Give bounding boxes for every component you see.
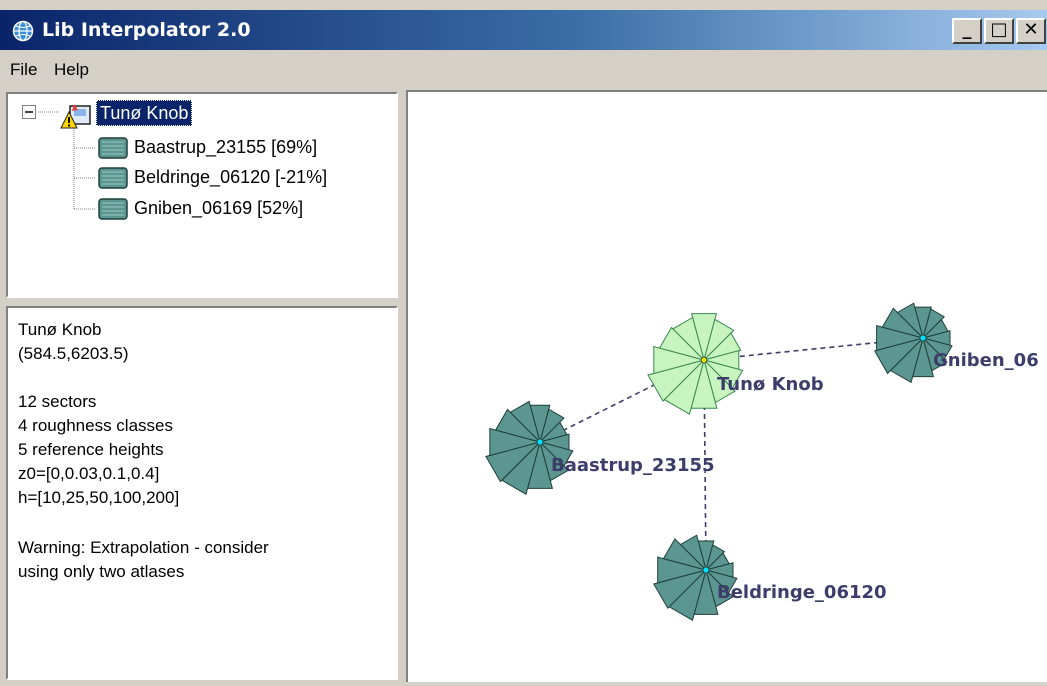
site-label-baastrup: Baastrup_23155 [551, 455, 715, 476]
wind-rose-tunoe-knob[interactable] [647, 313, 744, 415]
tree-item-beldringe[interactable]: Beldringe_06120 [-21%] [134, 167, 327, 188]
tree-root-item[interactable]: Tunø Knob [96, 100, 193, 126]
tree-root-label: Tunø Knob [100, 103, 189, 123]
info-sectors: 12 sectors [18, 392, 97, 411]
app-window: Lib Interpolator 2.0 _ □ ✕ File Help Tun… [0, 0, 1047, 686]
app-globe-icon [12, 20, 34, 42]
info-roughness: 4 roughness classes [18, 416, 173, 435]
menu-help[interactable]: Help [54, 60, 89, 80]
tree-item-gniben[interactable]: Gniben_06169 [52%] [134, 198, 303, 219]
site-info-panel: Tunø Knob (584.5,6203.5) 12 sectors 4 ro… [6, 306, 398, 680]
menu-bar: File Help [0, 52, 1047, 88]
info-site-name: Tunø Knob [18, 320, 102, 339]
map-view[interactable]: Tunø Knob Baastrup_23155 Beldringe_06120… [406, 90, 1047, 682]
info-coordinates: (584.5,6203.5) [18, 344, 129, 363]
wind-rose-beldringe[interactable] [653, 534, 738, 621]
site-marker [700, 356, 708, 364]
site-marker [536, 438, 544, 446]
site-label-beldringe: Beldringe_06120 [717, 582, 887, 603]
info-warning-line-2: using only two atlases [18, 562, 185, 581]
site-marker [702, 566, 710, 574]
close-button[interactable]: ✕ [1016, 18, 1046, 44]
atlas-tree[interactable]: Tunø Knob Baastrup_23155 [69%] Beldringe… [6, 92, 398, 298]
collapse-toggle-icon[interactable] [22, 105, 36, 119]
window-title: Lib Interpolator 2.0 [42, 19, 251, 41]
site-label-gniben: Gniben_06 [933, 350, 1039, 371]
atlas-icon [98, 137, 128, 159]
site-warning-icon [60, 104, 91, 129]
info-h: h=[10,25,50,100,200] [18, 488, 180, 507]
wind-rose-baastrup[interactable] [485, 400, 574, 495]
info-z0: z0=[0,0.03,0.1,0.4] [18, 464, 160, 483]
title-bar[interactable]: Lib Interpolator 2.0 _ □ ✕ [0, 10, 1047, 50]
minimize-button[interactable]: _ [952, 18, 982, 44]
info-warning-line-1: Warning: Extrapolation - consider [18, 538, 269, 557]
map-canvas[interactable]: Tunø Knob Baastrup_23155 Beldringe_06120… [408, 92, 1047, 684]
site-label-tunoe-knob: Tunø Knob [717, 374, 824, 395]
atlas-icon [98, 167, 128, 189]
tree-item-baastrup[interactable]: Baastrup_23155 [69%] [134, 137, 317, 158]
menu-file[interactable]: File [10, 60, 37, 80]
atlas-icon [98, 198, 128, 220]
info-heights: 5 reference heights [18, 440, 164, 459]
site-marker [919, 334, 927, 342]
maximize-button[interactable]: □ [984, 18, 1014, 44]
